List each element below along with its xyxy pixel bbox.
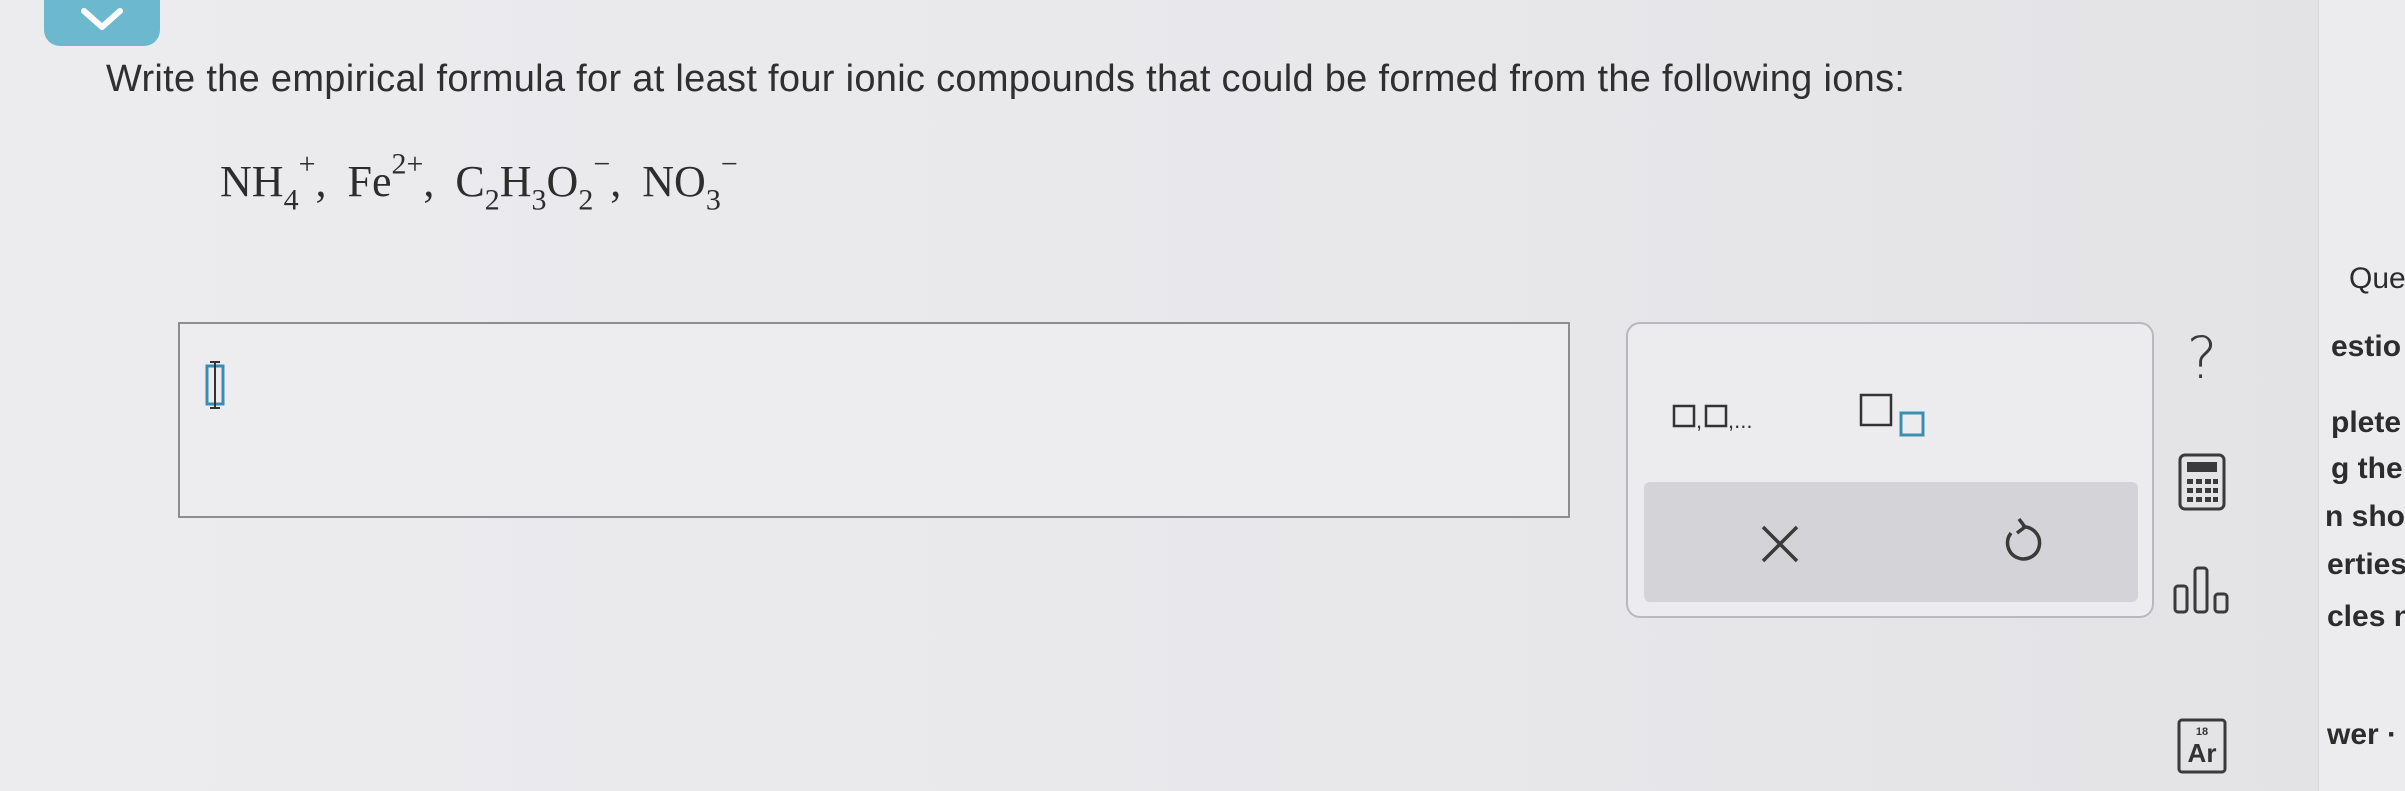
undo-icon	[2005, 517, 2042, 561]
subscript-button[interactable]: □□	[1850, 382, 1940, 448]
side-panel-partial: Que estio plete g the n sho erties cles …	[2318, 0, 2405, 791]
clear-button[interactable]: ×	[1744, 508, 1816, 580]
question-prompt: Write the empirical formula for at least…	[106, 58, 1906, 100]
help-button[interactable]: ?	[2166, 322, 2238, 394]
list-button[interactable]: , ,... □,□,...	[1668, 386, 1788, 446]
side-panel-line: wer ·	[2327, 718, 2398, 751]
subscript-icon	[1859, 393, 1925, 437]
side-panel-line: erties	[2327, 548, 2405, 581]
side-panel-line: n sho	[2325, 500, 2405, 533]
formula-keypad: , ,... □,□,... □□ ×	[1626, 322, 2154, 618]
chevron-down-icon	[78, 7, 126, 38]
bar-chart-icon	[2173, 566, 2229, 614]
answer-input[interactable]	[178, 322, 1570, 518]
ion-separator: ,	[610, 157, 622, 206]
ion-nitrate: NO3−	[642, 147, 738, 217]
periodic-symbol: Ar	[2187, 738, 2217, 768]
svg-text:,: ,	[1696, 408, 1702, 433]
main-content: Write the empirical formula for at least…	[0, 0, 2318, 791]
collapse-tab[interactable]	[44, 0, 160, 46]
cursor-placeholder-icon	[204, 360, 226, 410]
calculator-icon	[2178, 453, 2226, 511]
side-panel-line: Que	[2349, 262, 2405, 295]
ion-separator: ,	[315, 157, 327, 206]
side-panel-line: cles n	[2327, 600, 2405, 633]
ion-acetate: C2H3O2−	[455, 147, 611, 217]
periodic-number: 18	[2195, 726, 2209, 738]
keypad-action-bar: × ↺	[1644, 482, 2138, 602]
svg-text:,...: ,...	[1728, 408, 1752, 433]
ion-list: NH4+, Fe2+, C2H3O2−, NO3−	[220, 147, 738, 217]
help-icon: ?	[2186, 324, 2218, 392]
ion-ammonium: NH4+	[220, 147, 316, 217]
close-icon	[1761, 525, 1799, 563]
ion-iron: Fe2+	[347, 147, 424, 206]
ion-separator: ,	[423, 157, 435, 206]
side-panel-line: plete	[2331, 406, 2402, 439]
undo-button[interactable]: ↺	[1986, 506, 2058, 578]
data-chart-button[interactable]	[2166, 558, 2238, 622]
list-icon: , ,...	[1672, 404, 1752, 433]
side-panel-line: estio	[2331, 330, 2402, 363]
calculator-button[interactable]	[2174, 450, 2230, 514]
periodic-table-button[interactable]: 18 Ar	[2172, 714, 2232, 778]
side-panel-line: g the	[2331, 452, 2403, 485]
